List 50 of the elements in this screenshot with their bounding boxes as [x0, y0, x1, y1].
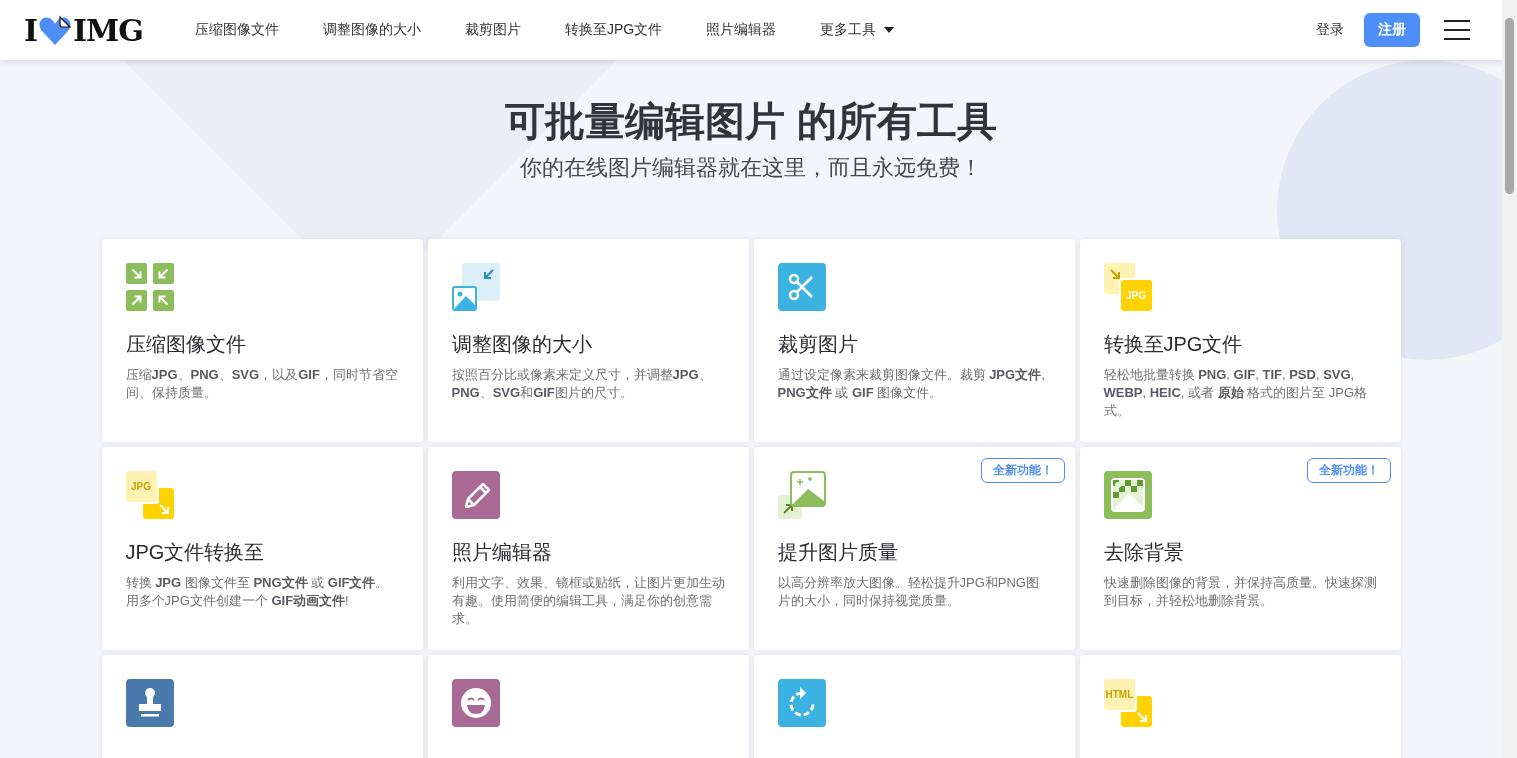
image-upscale-icon	[777, 471, 826, 519]
tool-card[interactable]: 全新功能！ 提升图片质量 以高分辨率放大图像。轻松提升JPG和PNG图片的大小，同时保持视觉质量。	[753, 447, 1075, 650]
menu-icon[interactable]	[1444, 20, 1470, 40]
tool-description: 快速删除图像的背景，并保持高质量。快速探测到目标，并轻松地删除背景。	[1103, 574, 1377, 610]
tool-title: 调整图像的大小	[451, 332, 593, 357]
login-link[interactable]: 登录	[1310, 20, 1350, 40]
logo-text[interactable]: IMG	[73, 12, 143, 48]
nav-link[interactable]: 调整图像的大小	[300, 21, 443, 39]
pencil-icon	[451, 471, 500, 519]
tool-card[interactable]: JPG 转换至JPG文件 轻松地批量转换 PNG, GIF, TIF, PSD, SVG, WEBP, HEIC, 或者 原始 格式的图片至 JPG格式。	[1079, 239, 1401, 442]
tool-description: 以高分辨率放大图像。轻松提升JPG和PNG图片的大小，同时保持视觉质量。	[777, 574, 1040, 610]
tool-description: 转换 JPG 图像文件至 PNG文件 或 GIF文件。用多个JPG文件创建一个 GIF动画文件!	[125, 574, 390, 610]
heart-icon[interactable]	[38, 13, 73, 47]
image-resize-icon	[451, 263, 500, 311]
scissors-icon	[777, 263, 826, 311]
compress-arrows-icon	[125, 263, 174, 311]
nav-link[interactable]: 更多工具	[798, 21, 917, 39]
page-subtitle: 你的在线图片编辑器就在这里，而且永远免费！	[520, 154, 982, 182]
tool-title: JPG文件转换至	[125, 540, 266, 565]
tool-card[interactable]: 调整图像的大小 按照百分比或像素来定义尺寸，并调整JPG、PNG、SVG和GIF图片的尺寸。	[427, 239, 749, 442]
nav-link[interactable]: 压缩图像文件	[172, 21, 301, 39]
scrollbar[interactable]	[1502, 0, 1517, 758]
logo-text[interactable]: I	[24, 12, 38, 48]
new-feature-badge: 全新功能！	[1306, 458, 1391, 483]
tool-title: 裁剪图片	[777, 332, 859, 357]
tool-description: 压缩JPG、PNG、SVG，以及GIF，同时节省空间、保持质量。	[125, 366, 399, 402]
tool-title: 提升图片质量	[777, 540, 899, 565]
nav-link[interactable]: 照片编辑器	[684, 21, 799, 39]
stamp-icon	[125, 679, 174, 727]
tool-description: 轻松地批量转换 PNG, GIF, TIF, PSD, SVG, WEBP, HEIC, 或者 原始 格式的图片至 JPG格式。	[1103, 366, 1369, 420]
tool-card[interactable]: 全新功能！ 去除背景 快速删除图像的背景，并保持高质量。快速探测到目标，并轻松地删除背景。	[1079, 447, 1401, 650]
laughing-face-icon	[451, 679, 500, 727]
tool-card[interactable]: 压缩图像文件 压缩JPG、PNG、SVG，以及GIF，同时节省空间、保持质量。	[101, 239, 423, 442]
background-removal-icon	[1103, 471, 1152, 519]
tool-card[interactable]: 照片编辑器 利用文字、效果、镜框或贴纸，让图片更加生动有趣。使用简便的编辑工具，满足你的创意需求。	[427, 447, 749, 650]
tool-title: 照片编辑器	[451, 540, 553, 565]
tool-card[interactable]: 裁剪图片 通过设定像素来裁剪图像文件。裁剪 JPG文件, PNG文件 或 GIF 图像文件。	[753, 239, 1075, 442]
tool-description: 按照百分比或像素来定义尺寸，并调整JPG、PNG、SVG和GIF图片的尺寸。	[451, 366, 713, 402]
tool-title: 转换至JPG文件	[1103, 332, 1244, 357]
scrollbar-thumb[interactable]	[1505, 18, 1514, 194]
tool-title: 压缩图像文件	[125, 332, 247, 357]
tool-title: 去除背景	[1103, 540, 1185, 565]
page-title: 可批量编辑图片 的所有工具	[505, 98, 997, 145]
tool-description: 利用文字、效果、镜框或贴纸，让图片更加生动有趣。使用简便的编辑工具，满足你的创意需求。	[451, 574, 725, 628]
nav-link[interactable]: 裁剪图片	[442, 21, 543, 39]
tool-description: 通过设定像素来裁剪图像文件。裁剪 JPG文件, PNG文件 或 GIF 图像文件。	[777, 366, 1046, 402]
rotate-icon	[777, 679, 826, 727]
tool-card[interactable]: JPG JPG文件转换至 转换 JPG 图像文件至 PNG文件 或 GIF文件。用多个JPG文件创建一个 GIF动画文件!	[101, 447, 423, 650]
new-feature-badge: 全新功能！	[980, 458, 1065, 483]
nav-link[interactable]: 转换至JPG文件	[542, 21, 685, 39]
